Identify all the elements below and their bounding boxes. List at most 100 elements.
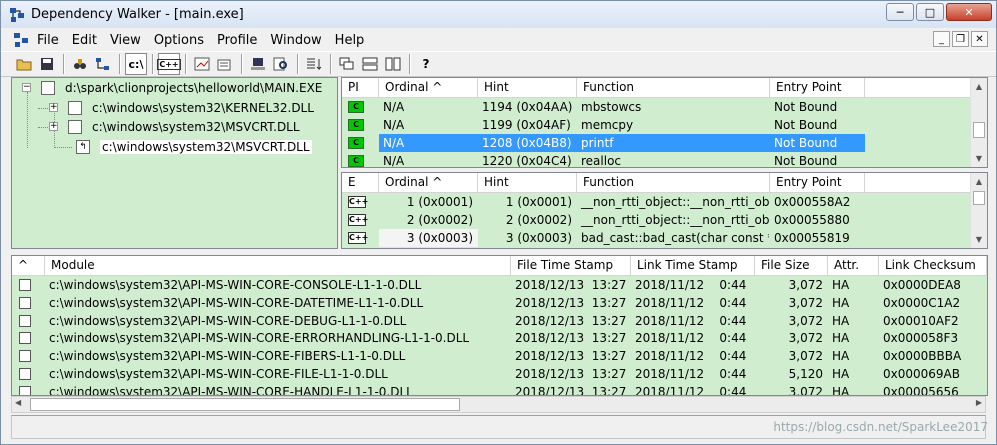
- module-file-ts: 2018/12/13 13:27: [515, 295, 627, 310]
- module-icon-cell: [12, 276, 45, 294]
- module-row[interactable]: c:\windows\system32\API-MS-WIN-CORE-HAND…: [12, 383, 987, 396]
- menu-profile[interactable]: Profile: [217, 33, 257, 48]
- menu-window[interactable]: Window: [270, 33, 321, 48]
- scroll-thumb[interactable]: [30, 398, 460, 411]
- scroll-right-icon[interactable]: ▶: [976, 398, 982, 407]
- scroll-up-icon[interactable]: ▲: [971, 78, 987, 95]
- col-function[interactable]: Function: [577, 173, 770, 193]
- exports-list[interactable]: E Ordinal ^ Hint Function Entry Point C+…: [341, 172, 988, 249]
- find-button[interactable]: [69, 53, 91, 75]
- module-row[interactable]: c:\windows\system32\API-MS-WIN-CORE-CONS…: [12, 276, 987, 294]
- title-bar[interactable]: Dependency Walker - [main.exe] ─ □ ✕: [1, 1, 996, 28]
- export-row[interactable]: C++ 2 (0x0002) 2 (0x0002) __non_rtti_obj…: [342, 211, 865, 229]
- module-dependency-tree[interactable]: − d:\spark\clionprojects\helloworld\MAIN…: [11, 77, 338, 249]
- exports-scrollbar[interactable]: ▲ ▼: [970, 173, 987, 248]
- module-row[interactable]: c:\windows\system32\API-MS-WIN-CORE-FILE…: [12, 365, 987, 383]
- scroll-thumb[interactable]: [973, 122, 985, 138]
- import-row-selected[interactable]: C N/A 1208 (0x04B8) printf Not Bound: [342, 134, 865, 152]
- tree-node-root[interactable]: − d:\spark\clionprojects\helloworld\MAIN…: [22, 78, 322, 97]
- print-button[interactable]: [247, 53, 269, 75]
- search-button[interactable]: [270, 53, 292, 75]
- menu-view[interactable]: View: [110, 33, 141, 48]
- module-row[interactable]: c:\windows\system32\API-MS-WIN-CORE-DATE…: [12, 294, 987, 312]
- full-paths-button[interactable]: c:\: [125, 53, 147, 75]
- window-title: Dependency Walker - [main.exe]: [31, 7, 244, 22]
- maximize-button[interactable]: □: [916, 3, 944, 21]
- toolbar-separator: [119, 54, 121, 74]
- module-hscrollbar[interactable]: ◀ ▶: [11, 396, 986, 413]
- col-e[interactable]: E: [342, 173, 379, 193]
- module-list[interactable]: ^ Module File Time Stamp Link Time Stamp…: [11, 255, 988, 396]
- mdi-child-icon[interactable]: [13, 32, 29, 48]
- import-row[interactable]: C N/A 1199 (0x04AF) memcpy Not Bound: [342, 116, 865, 134]
- menu-edit[interactable]: Edit: [72, 33, 97, 48]
- expand-icon[interactable]: +: [49, 103, 58, 112]
- collapse-icon[interactable]: −: [22, 83, 31, 92]
- menu-options[interactable]: Options: [154, 33, 204, 48]
- save-button[interactable]: [36, 53, 58, 75]
- col-hint[interactable]: Hint: [478, 78, 577, 98]
- import-entry: Not Bound: [774, 118, 838, 132]
- tree-node-msvcrt-dup[interactable]: ↰ c:\windows\system32\MSVCRT.DLL: [76, 137, 312, 156]
- undecorate-cpp-button[interactable]: C++: [157, 53, 181, 75]
- tile-vertical-button[interactable]: [382, 53, 404, 75]
- module-icon: [19, 296, 31, 309]
- col-ordinal[interactable]: Ordinal ^: [379, 78, 478, 98]
- module-checksum: 0x000058F3: [883, 331, 959, 346]
- c-function-icon: C: [348, 101, 364, 113]
- tile-horizontal-button[interactable]: [359, 53, 381, 75]
- scroll-down-icon[interactable]: ▼: [971, 150, 987, 167]
- imports-list[interactable]: PI Ordinal ^ Hint Function Entry Point C…: [341, 77, 988, 168]
- col-link-checksum[interactable]: Link Checksum: [879, 256, 987, 276]
- properties-button[interactable]: [214, 53, 236, 75]
- close-button[interactable]: ✕: [946, 3, 992, 21]
- col-function[interactable]: Function: [577, 78, 770, 98]
- col-ordinal[interactable]: Ordinal ^: [379, 173, 478, 193]
- scroll-left-icon[interactable]: ◀: [15, 398, 21, 407]
- mdi-minimize-button[interactable]: _: [933, 31, 950, 47]
- tree-node-kernel32[interactable]: + c:\windows\system32\KERNEL32.DLL: [49, 98, 314, 117]
- expand-icon[interactable]: +: [49, 122, 58, 131]
- import-row[interactable]: C N/A 1194 (0x04AA) mbstowcs Not Bound: [342, 98, 865, 116]
- export-row[interactable]: C++ 3 (0x0003) 3 (0x0003) bad_cast::bad_…: [342, 229, 865, 247]
- view-image-button[interactable]: [191, 53, 213, 75]
- menu-help[interactable]: Help: [335, 33, 365, 48]
- module-size: 3,072: [788, 313, 823, 328]
- import-entry: Not Bound: [770, 134, 865, 152]
- col-hint[interactable]: Hint: [478, 173, 577, 193]
- sort-button[interactable]: [303, 53, 325, 75]
- c-function-icon: C: [348, 155, 364, 167]
- cascade-button[interactable]: [336, 53, 358, 75]
- mdi-restore-button[interactable]: ❐: [952, 31, 969, 47]
- module-icon: [41, 80, 55, 95]
- col-sort[interactable]: ^: [12, 256, 45, 276]
- col-file-time-stamp[interactable]: File Time Stamp: [511, 256, 631, 276]
- import-row[interactable]: C N/A 1220 (0x04C4) realloc Not Bound: [342, 152, 865, 167]
- col-link-time-stamp[interactable]: Link Time Stamp: [631, 256, 755, 276]
- menu-file[interactable]: File: [37, 33, 59, 48]
- import-hint: 1194 (0x04AA): [482, 100, 573, 114]
- col-module[interactable]: Module: [45, 256, 511, 276]
- cpp-function-icon: C++: [348, 196, 369, 208]
- context-help-button[interactable]: ?: [415, 53, 437, 75]
- col-entry-point[interactable]: Entry Point: [770, 78, 865, 98]
- scroll-down-icon[interactable]: ▼: [971, 231, 987, 248]
- module-row[interactable]: c:\windows\system32\API-MS-WIN-CORE-FIBE…: [12, 347, 987, 365]
- export-row[interactable]: C++ 1 (0x0001) 1 (0x0001) __non_rtti_obj…: [342, 193, 865, 211]
- module-attr: HA: [832, 384, 850, 396]
- import-entry: Not Bound: [774, 100, 838, 114]
- module-row[interactable]: c:\windows\system32\API-MS-WIN-CORE-DEBU…: [12, 312, 987, 330]
- minimize-button[interactable]: ─: [886, 3, 914, 21]
- scroll-up-icon[interactable]: ▲: [971, 173, 987, 190]
- module-row[interactable]: c:\windows\system32\API-MS-WIN-CORE-ERRO…: [12, 329, 987, 347]
- col-file-size[interactable]: File Size: [755, 256, 828, 276]
- tree-node-msvcrt[interactable]: + c:\windows\system32\MSVCRT.DLL: [49, 117, 300, 136]
- mdi-close-button[interactable]: ✕: [971, 31, 988, 47]
- col-entry-point[interactable]: Entry Point: [770, 173, 865, 193]
- imports-scrollbar[interactable]: ▲ ▼: [970, 78, 987, 167]
- tree-button[interactable]: [92, 53, 114, 75]
- scroll-thumb[interactable]: [973, 191, 985, 205]
- col-pi[interactable]: PI: [342, 78, 379, 98]
- open-button[interactable]: [13, 53, 35, 75]
- col-attr[interactable]: Attr.: [828, 256, 879, 276]
